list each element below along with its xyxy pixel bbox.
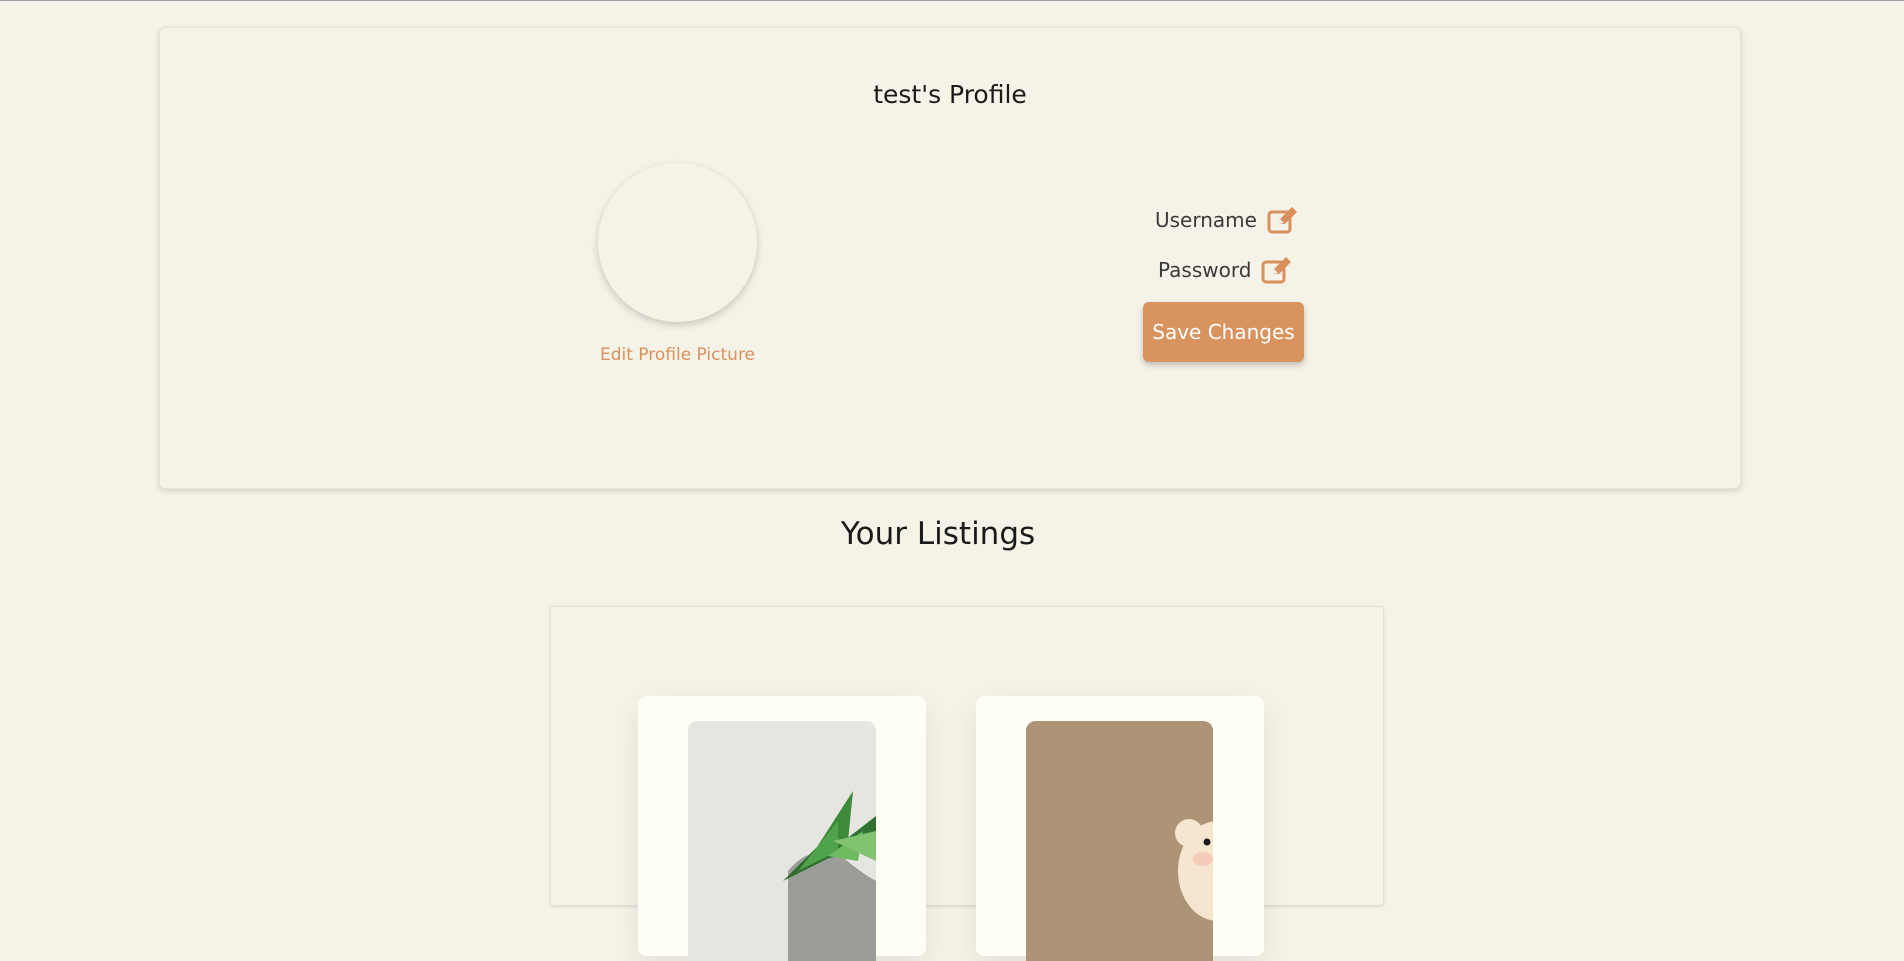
save-changes-button[interactable]: Save Changes [1143,302,1304,362]
top-border-line [0,0,1904,1]
edit-password-icon[interactable] [1261,255,1293,285]
username-field-row: Username [1155,205,1299,235]
password-label: Password [1158,258,1252,282]
edit-profile-picture-link[interactable]: Edit Profile Picture [560,345,795,365]
succulent-plant-image [688,721,876,961]
listings-title: Your Listings [840,516,1036,552]
username-label: Username [1155,208,1257,232]
listings-panel [550,606,1384,961]
password-field-row: Password [1158,255,1293,285]
profile-avatar[interactable] [598,163,757,322]
listing-card[interactable] [638,696,926,961]
profile-title: test's Profile [873,80,1027,109]
listing-card[interactable] [976,696,1264,961]
profile-card: test's Profile Edit Profile Picture User… [159,27,1741,489]
edit-username-icon[interactable] [1267,205,1299,235]
bear-illustration-image [1026,721,1213,961]
